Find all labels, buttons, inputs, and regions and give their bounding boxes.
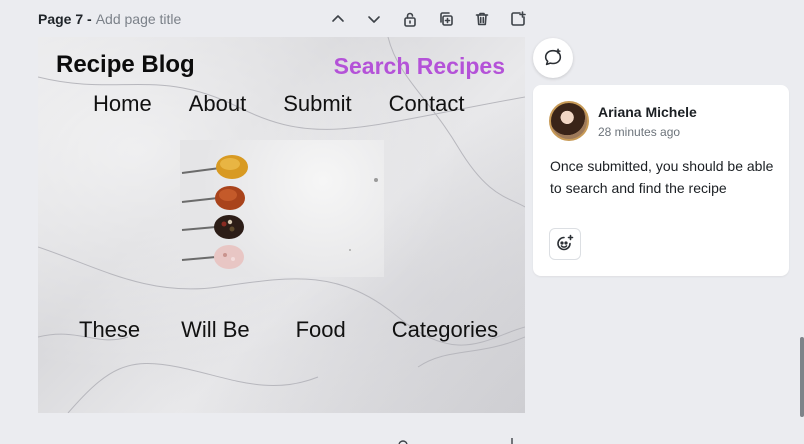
comment-thread: Ariana Michele 28 minutes ago Once submi… <box>533 85 789 276</box>
blog-nav: Home About Submit Contact <box>93 91 465 117</box>
vertical-scrollbar[interactable] <box>800 337 804 417</box>
emoji-reaction-icon <box>557 234 574 251</box>
category-item[interactable]: Food <box>296 317 346 343</box>
category-item[interactable]: Will Be <box>181 317 249 343</box>
avatar <box>549 101 589 141</box>
comment-author: Ariana Michele <box>598 104 697 120</box>
lock-icon <box>404 12 416 27</box>
blog-title[interactable]: Recipe Blog <box>56 51 195 79</box>
design-canvas[interactable]: Recipe Blog Search Recipes Home About Su… <box>38 37 525 413</box>
page-title-input[interactable]: Add page title <box>96 11 182 27</box>
comment-timestamp: 28 minutes ago <box>598 125 681 139</box>
spoons-illustration <box>181 155 378 269</box>
add-page-icon <box>511 11 526 26</box>
page-number-label: Page 7 - <box>38 11 92 27</box>
nav-item-home[interactable]: Home <box>93 91 152 117</box>
page-toolbar <box>320 8 536 30</box>
add-reaction-button[interactable] <box>549 228 581 260</box>
next-page-toolbar-hint <box>398 438 513 444</box>
comment-add-icon <box>544 48 562 66</box>
add-page-button[interactable] <box>500 8 536 30</box>
delete-page-button[interactable] <box>464 8 500 30</box>
category-item[interactable]: These <box>79 317 140 343</box>
category-item[interactable]: Categories <box>392 317 498 343</box>
trash-icon <box>475 12 489 26</box>
duplicate-icon <box>440 12 453 26</box>
nav-item-about[interactable]: About <box>189 91 247 117</box>
page-header: Page 7 - Add page title <box>38 10 181 28</box>
duplicate-page-button[interactable] <box>428 8 464 30</box>
move-page-down-button[interactable] <box>356 8 392 30</box>
chevron-down-icon <box>368 16 380 23</box>
nav-item-contact[interactable]: Contact <box>389 91 465 117</box>
spice-spoons-image[interactable] <box>180 140 384 277</box>
move-page-up-button[interactable] <box>320 8 356 30</box>
chevron-up-icon <box>332 15 344 22</box>
lock-page-button[interactable] <box>392 8 428 30</box>
search-recipes-link[interactable]: Search Recipes <box>334 53 505 80</box>
add-comment-button[interactable] <box>533 38 573 78</box>
food-categories: These Will Be Food Categories <box>79 317 498 343</box>
nav-item-submit[interactable]: Submit <box>283 91 351 117</box>
comment-body: Once submitted, you should be able to se… <box>550 158 774 196</box>
